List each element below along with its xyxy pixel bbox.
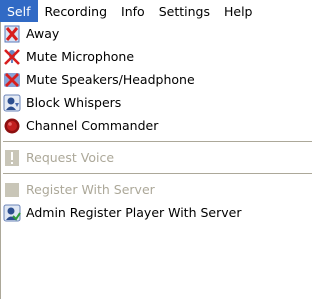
request-voice-icon xyxy=(3,149,21,167)
menu-item-label: Request Voice xyxy=(26,150,115,165)
menu-item-admin-register[interactable]: Admin Register Player With Server xyxy=(1,201,336,224)
menu-item-label: Block Whispers xyxy=(26,95,122,110)
channel-commander-icon xyxy=(3,117,21,135)
menu-item-request-voice[interactable]: Request Voice xyxy=(1,146,336,169)
menu-item-mute-speakers[interactable]: Mute Speakers/Headphone xyxy=(1,68,336,91)
menu-self[interactable]: Self xyxy=(0,0,38,22)
menu-separator xyxy=(1,137,336,146)
menu-item-label: Mute Speakers/Headphone xyxy=(26,72,195,87)
register-icon xyxy=(3,181,21,199)
menu-bar: Self Recording Info Settings Help xyxy=(0,0,336,22)
menu-info[interactable]: Info xyxy=(114,0,152,22)
self-dropdown-menu: Away Mute Microphone Mute Speakers/Headp… xyxy=(0,22,336,299)
menu-item-channel-commander[interactable]: Channel Commander xyxy=(1,114,336,137)
menu-item-mute-microphone[interactable]: Mute Microphone xyxy=(1,45,336,68)
block-whispers-icon xyxy=(3,94,21,112)
away-icon xyxy=(3,25,21,43)
menu-item-register-with-server[interactable]: Register With Server xyxy=(1,178,336,201)
menu-help[interactable]: Help xyxy=(217,0,260,22)
menu-separator xyxy=(1,169,336,178)
mute-microphone-icon xyxy=(3,48,21,66)
menu-settings[interactable]: Settings xyxy=(152,0,217,22)
menu-item-label: Register With Server xyxy=(26,182,155,197)
menu-item-label: Admin Register Player With Server xyxy=(26,205,242,220)
menu-item-label: Channel Commander xyxy=(26,118,159,133)
menu-item-label: Away xyxy=(26,26,60,41)
mute-speakers-icon xyxy=(3,71,21,89)
menu-item-label: Mute Microphone xyxy=(26,49,135,64)
admin-register-icon xyxy=(3,204,21,222)
menu-recording[interactable]: Recording xyxy=(38,0,115,22)
menu-item-away[interactable]: Away xyxy=(1,22,336,45)
menu-item-block-whispers[interactable]: Block Whispers xyxy=(1,91,336,114)
